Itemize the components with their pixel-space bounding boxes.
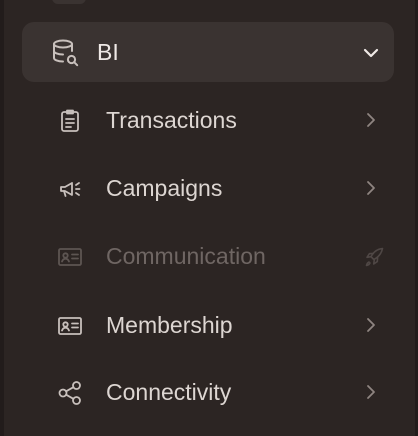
sidebar-item-label: Campaigns <box>106 175 223 201</box>
sidebar-item-label: Transactions <box>106 107 237 133</box>
chevron-right-icon <box>367 181 375 195</box>
id-card-icon <box>58 248 82 266</box>
sidebar-item-membership[interactable]: Membership <box>38 300 394 350</box>
sidebar-item-communication: Communication <box>38 231 394 281</box>
share-nodes-icon <box>58 381 81 405</box>
sidebar-section-bi[interactable]: BI <box>22 22 394 82</box>
sidebar-item-campaigns[interactable]: Campaigns <box>38 163 394 213</box>
sidebar-panel: BI Transactions Campaigns Communication … <box>0 0 418 436</box>
clipboard-list-icon <box>61 109 79 132</box>
rocket-icon <box>365 247 384 267</box>
database-search-icon <box>53 39 79 67</box>
megaphone-icon <box>60 182 81 197</box>
chevron-down-icon[interactable] <box>362 44 380 62</box>
id-card-icon <box>58 317 82 335</box>
sidebar-section-label: BI <box>97 39 119 65</box>
sidebar-item-transactions[interactable]: Transactions <box>38 95 394 145</box>
chevron-right-icon <box>367 318 375 332</box>
previous-item-stub <box>52 0 86 4</box>
sidebar-item-connectivity[interactable]: Connectivity <box>38 367 394 417</box>
sidebar-item-label: Communication <box>106 243 266 269</box>
chevron-right-icon <box>367 385 375 399</box>
chevron-right-icon <box>367 113 375 127</box>
sidebar-left-edge <box>0 0 4 436</box>
sidebar-item-label: Membership <box>106 312 233 338</box>
sidebar-item-label: Connectivity <box>106 379 232 405</box>
